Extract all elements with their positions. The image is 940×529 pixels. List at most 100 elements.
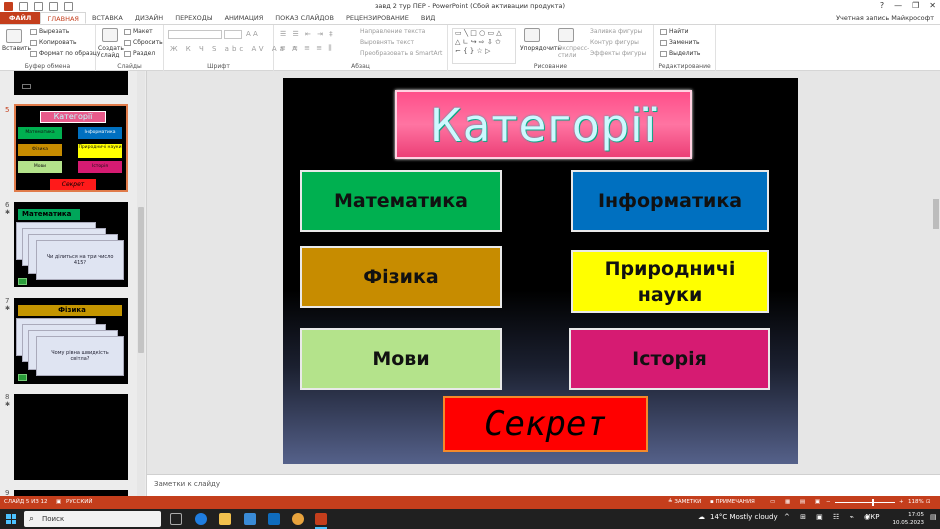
edit-area-scroll-thumb[interactable] — [933, 199, 939, 229]
file-explorer-icon[interactable] — [219, 513, 231, 525]
notes-pane[interactable]: Заметки к слайду — [147, 474, 940, 496]
taskbar-clock[interactable]: 17:05 10.05.2023 — [893, 511, 925, 527]
view-buttons[interactable]: ▭ ▦ ▤ ▣ — [770, 499, 824, 505]
replace-button[interactable]: Заменить — [660, 39, 700, 46]
minimize-button[interactable]: — — [894, 1, 902, 10]
slides-group-label: Слайды — [117, 63, 142, 70]
task-view-icon[interactable] — [170, 513, 182, 525]
tab-animations[interactable]: АНИМАЦИЯ — [219, 12, 270, 24]
slide-thumbnail-8[interactable] — [14, 394, 128, 480]
window-title: завд 2 тур ПЕР - PowerPoint (Сбой актива… — [374, 2, 566, 10]
layout-button[interactable]: Макет — [124, 28, 153, 35]
undo-icon[interactable] — [34, 1, 43, 11]
slide-thumbnail-7[interactable]: Фізика Чому рівна швидкість світла? — [14, 298, 128, 384]
tab-slideshow[interactable]: ПОКАЗ СЛАЙДОВ — [269, 12, 340, 24]
zoom-level[interactable]: 118% — [908, 499, 924, 505]
thumb-category: Мови — [18, 161, 62, 173]
new-slide-button[interactable]: Создать слайд — [98, 45, 124, 59]
edit-area-scrollbar[interactable] — [931, 71, 940, 474]
store-icon[interactable] — [244, 513, 256, 525]
new-slide-icon[interactable] — [102, 28, 118, 42]
zoom-out-button[interactable]: − — [826, 499, 831, 505]
shape-effects-button[interactable]: Эффекты фигуры — [590, 50, 646, 57]
maximize-button[interactable]: ❐ — [912, 1, 919, 10]
category-math[interactable]: Математика — [300, 170, 502, 232]
cut-button[interactable]: Вырезать — [30, 28, 69, 35]
arrange-icon[interactable] — [524, 28, 540, 42]
slide-thumbnail-6[interactable]: Математика Чи ділиться на три число 415? — [14, 202, 128, 287]
windows-start-icon[interactable] — [6, 514, 16, 524]
shape-fill-button[interactable]: Заливка фигуры — [590, 28, 642, 35]
font-group: A A Ж К Ч S abc AV Aa A Шрифт — [164, 25, 297, 71]
category-natural-sciences[interactable]: Природничі науки — [571, 250, 769, 313]
quick-access-toolbar — [0, 1, 73, 11]
slide-thumbnail-4[interactable] — [14, 71, 128, 95]
secret-box[interactable]: Секрет — [443, 396, 648, 452]
notifications-icon[interactable]: ▤ — [930, 513, 937, 521]
zoom-in-button[interactable]: + — [899, 499, 904, 505]
font-grow-icon[interactable]: A A — [246, 30, 258, 38]
start-slideshow-icon[interactable] — [64, 1, 73, 11]
category-informatics[interactable]: Інформатика — [571, 170, 769, 232]
weather-text[interactable]: 14°C Mostly cloudy — [710, 513, 778, 521]
chrome-icon[interactable] — [292, 513, 304, 525]
tab-review[interactable]: РЕЦЕНЗИРОВАНИЕ — [340, 12, 415, 24]
animation-star-icon: ✱ — [5, 305, 11, 312]
slide-title-box[interactable]: Категорії — [395, 90, 692, 159]
tab-view[interactable]: ВИД — [415, 12, 441, 24]
section-button[interactable]: Раздел — [124, 50, 155, 57]
comments-toggle[interactable]: ▪ ПРИМЕЧАНИЯ — [710, 499, 755, 505]
tab-design[interactable]: ДИЗАЙН — [129, 12, 169, 24]
tab-insert[interactable]: ВСТАВКА — [86, 12, 129, 24]
shapes-gallery[interactable]: ▭ ╲ □ ○ ▭ △ △ ∟ ↪ ⇨ ⇩ ✩ ⌐ { } ☆ ▷ — [452, 28, 516, 64]
format-painter-button[interactable]: Формат по образцу — [30, 50, 100, 57]
help-button[interactable]: ? — [880, 1, 884, 10]
reset-button[interactable]: Сбросить — [124, 39, 163, 46]
close-button[interactable]: ✕ — [929, 1, 936, 10]
zoom-slider-knob[interactable] — [872, 499, 874, 506]
taskbar-search[interactable]: ⌕ Поиск — [24, 511, 161, 527]
redo-icon[interactable] — [49, 1, 58, 11]
select-button[interactable]: Выделить — [660, 50, 700, 57]
quick-styles-button[interactable]: Экспресс-стили — [558, 45, 589, 59]
input-language[interactable]: УКР — [866, 513, 879, 521]
powerpoint-taskbar-icon[interactable] — [315, 513, 327, 525]
category-history[interactable]: Історія — [569, 328, 770, 390]
find-button[interactable]: Найти — [660, 28, 688, 35]
edge-icon[interactable] — [195, 513, 207, 525]
tab-file[interactable]: ФАЙЛ — [0, 12, 41, 24]
paragraph-group: ☰ ☰ ⇤ ⇥ ‡ ≡ ≡ ≡ ≡ ⫼ Направление текста В… — [274, 25, 448, 71]
thumbnails-scrollbar[interactable] — [137, 71, 145, 496]
arrange-button[interactable]: Упорядочить — [520, 45, 561, 52]
smartart-button[interactable]: Преобразовать в SmartArt — [360, 50, 442, 57]
spellcheck-icon[interactable]: ▣ — [56, 499, 61, 505]
fit-slide-icon[interactable]: ⊡ — [926, 499, 931, 505]
category-physics[interactable]: Фізика — [300, 246, 502, 308]
mail-icon[interactable] — [268, 513, 280, 525]
align-icons[interactable]: ≡ ≡ ≡ ≡ ⫼ — [280, 44, 334, 53]
tab-transitions[interactable]: ПЕРЕХОДЫ — [169, 12, 218, 24]
shape-outline-button[interactable]: Контур фигуры — [590, 39, 639, 46]
font-size-input[interactable] — [224, 30, 242, 39]
tab-home[interactable]: ГЛАВНАЯ — [40, 12, 86, 24]
notes-toggle[interactable]: ≜ ЗАМЕТКИ — [668, 499, 701, 505]
language-indicator[interactable]: РУССКИЙ — [66, 499, 92, 505]
save-icon[interactable] — [19, 1, 28, 11]
font-name-input[interactable] — [168, 30, 222, 39]
list-icons[interactable]: ☰ ☰ ⇤ ⇥ ‡ — [280, 30, 335, 38]
thumbnails-scroll-thumb[interactable] — [138, 207, 144, 353]
quick-styles-icon[interactable] — [558, 28, 574, 42]
title-bar: завд 2 тур ПЕР - PowerPoint (Сбой актива… — [0, 0, 940, 12]
copy-button[interactable]: Копировать — [30, 39, 76, 46]
weather-icon[interactable]: ☁ — [698, 513, 705, 521]
slide-thumbnail-5[interactable]: Категорії Математика Інформатика Фізика … — [14, 104, 128, 192]
align-text-button[interactable]: Выровнять текст — [360, 39, 414, 46]
slides-group: Создать слайд Макет Сбросить Раздел Слай… — [96, 25, 164, 71]
paste-button[interactable]: Вставить — [2, 45, 31, 52]
account-name[interactable]: Учетная запись Майкрософт — [836, 14, 934, 22]
zoom-slider[interactable] — [835, 502, 895, 503]
text-direction-button[interactable]: Направление текста — [360, 28, 425, 35]
paste-icon[interactable] — [6, 29, 22, 43]
category-languages[interactable]: Мови — [300, 328, 502, 390]
tray-icons[interactable]: ^ ⊞ ▣ ☷ ⌁ ◉ — [784, 513, 874, 521]
